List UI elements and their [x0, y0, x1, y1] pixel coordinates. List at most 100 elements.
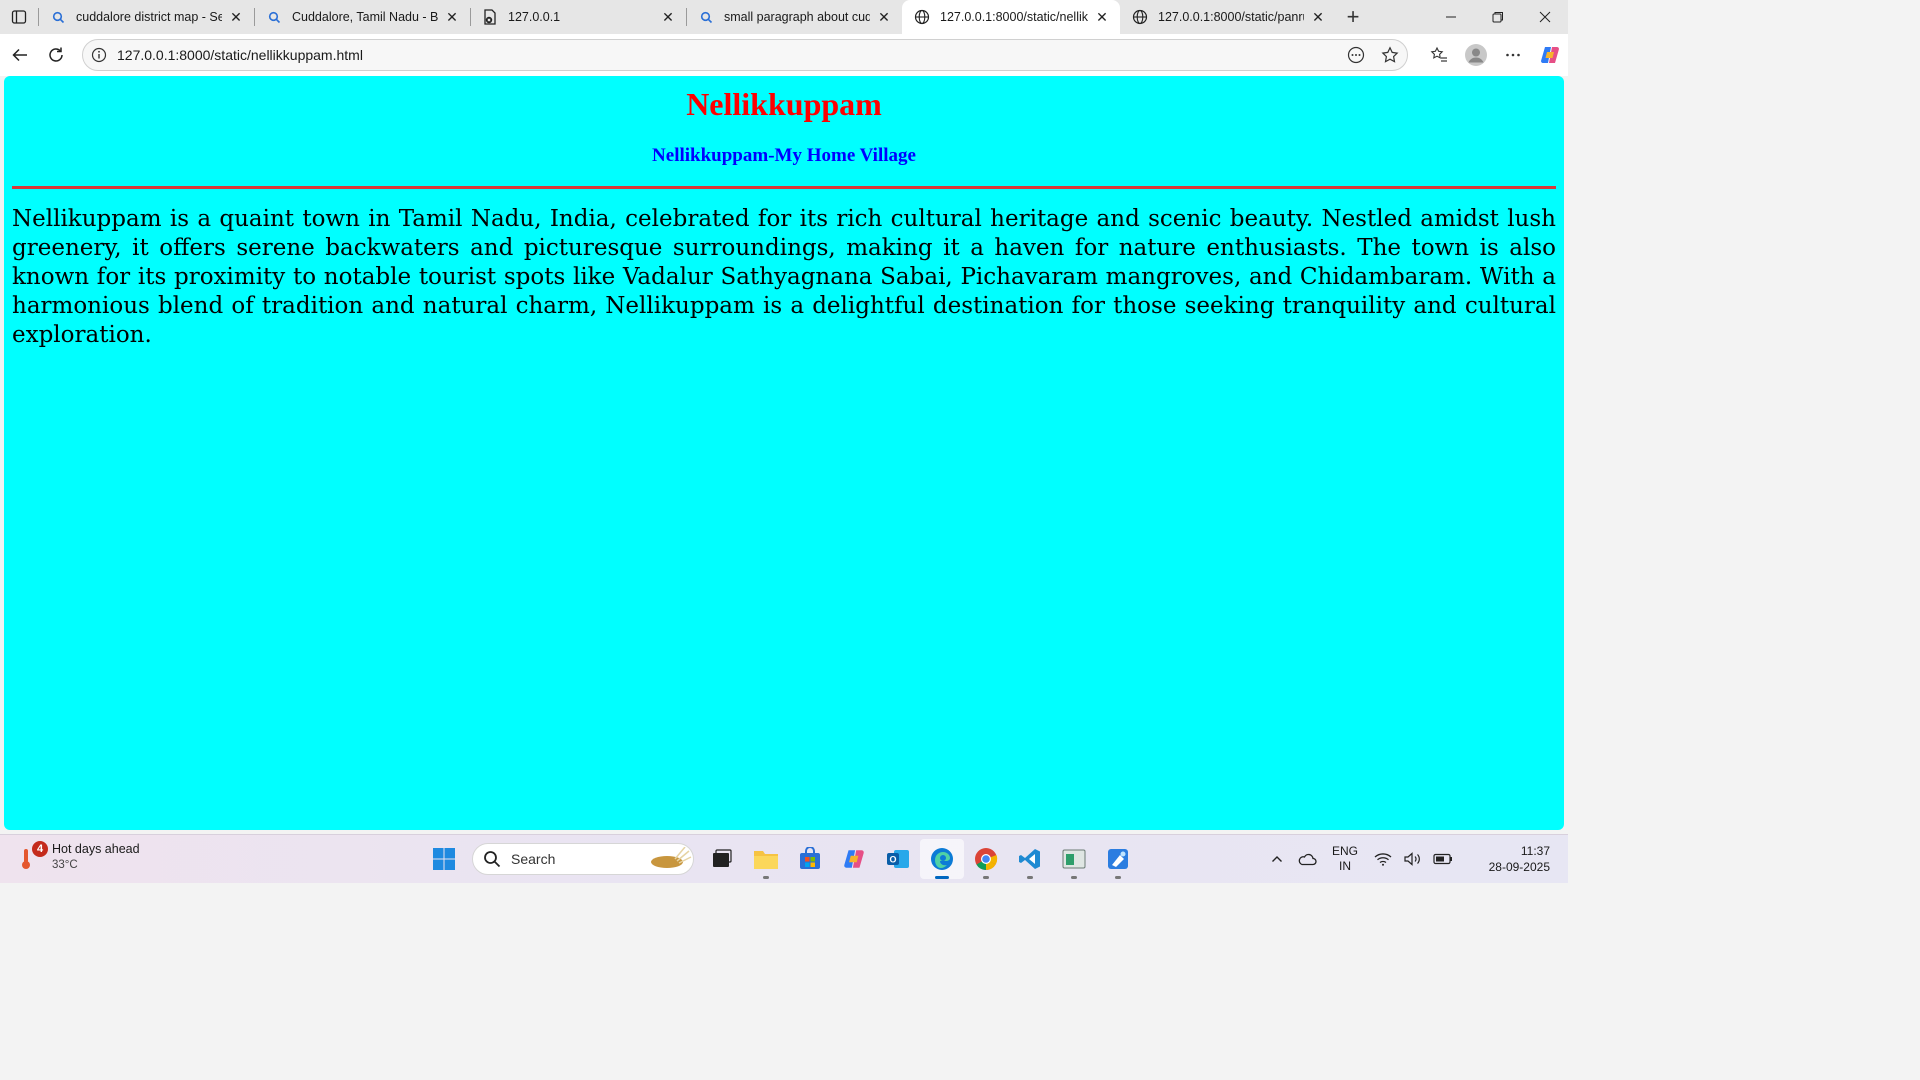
window-controls: [1427, 0, 1568, 34]
settings-more-button[interactable]: [1494, 34, 1531, 76]
vscode-icon: [1019, 849, 1040, 869]
star-icon: [1381, 46, 1399, 63]
running-indicator: [1027, 876, 1033, 879]
running-indicator: [1115, 876, 1121, 879]
tab-separator: [470, 8, 471, 26]
tab-actions-button[interactable]: [0, 0, 38, 34]
globe-icon: [914, 9, 930, 25]
volume-button[interactable]: [1398, 835, 1428, 883]
back-button[interactable]: [2, 37, 38, 73]
read-aloud-button[interactable]: [1339, 40, 1373, 70]
close-icon[interactable]: ✕: [660, 9, 676, 25]
tab-title: Cuddalore, Tamil Nadu - Bing: [292, 10, 438, 24]
close-icon[interactable]: ✕: [1094, 9, 1110, 25]
onedrive-button[interactable]: [1292, 835, 1322, 883]
tab-title: 127.0.0.1:8000/static/nellikku: [940, 10, 1088, 24]
page-subheading: Nellikkuppam-My Home Village: [652, 145, 916, 166]
more-circle-icon: [1347, 46, 1365, 64]
file-explorer-button[interactable]: [744, 839, 788, 879]
close-icon[interactable]: ✕: [876, 9, 892, 25]
url-text[interactable]: 127.0.0.1:8000/static/nellikkuppam.html: [117, 47, 1339, 63]
clock-date: 28-09-2025: [1488, 860, 1550, 874]
paint-button[interactable]: [1096, 839, 1140, 879]
close-icon[interactable]: ✕: [444, 9, 460, 25]
search-icon: [698, 9, 714, 25]
wifi-button[interactable]: [1368, 835, 1398, 883]
close-icon[interactable]: ✕: [228, 9, 244, 25]
tab-title: 127.0.0.1: [508, 10, 561, 24]
refresh-icon: [49, 47, 63, 62]
page-viewport: Nellikkuppam Nellikkuppam-My Home Villag…: [4, 76, 1564, 830]
search-icon: [266, 9, 282, 25]
battery-icon: [1433, 853, 1452, 865]
restore-icon: [1492, 12, 1503, 23]
tab-separator: [254, 8, 255, 26]
search-icon: [484, 851, 501, 868]
windows-logo-icon: [433, 848, 455, 870]
edge-button[interactable]: [920, 839, 964, 879]
refresh-button[interactable]: [38, 37, 74, 73]
favorite-button[interactable]: [1373, 40, 1407, 70]
close-window-button[interactable]: [1521, 0, 1568, 34]
restore-button[interactable]: [1474, 0, 1521, 34]
task-view-button[interactable]: [700, 839, 744, 879]
minimize-icon: [1445, 16, 1456, 18]
favorites-button[interactable]: [1420, 34, 1457, 76]
back-arrow-icon: [12, 48, 27, 62]
weather-icon: 4: [18, 841, 48, 873]
running-indicator: [983, 876, 989, 879]
running-indicator: [1071, 876, 1077, 879]
tab-cuddalore-bing[interactable]: Cuddalore, Tamil Nadu - Bing ✕: [254, 0, 470, 34]
outlook-button[interactable]: O: [876, 839, 920, 879]
tab-small-paragraph[interactable]: small paragraph about cudd ✕: [686, 0, 902, 34]
svg-text:O: O: [889, 855, 896, 865]
running-indicator: [935, 876, 949, 879]
profile-button[interactable]: [1457, 34, 1494, 76]
tab-localhost[interactable]: 127.0.0.1 ✕: [470, 0, 686, 34]
taskbar-search[interactable]: Search: [472, 843, 694, 875]
copilot-button[interactable]: [1531, 34, 1568, 76]
chevron-up-icon: [1272, 856, 1282, 862]
avatar-icon: [1464, 44, 1487, 66]
edge-icon: [931, 848, 953, 870]
close-icon[interactable]: ✕: [1310, 9, 1326, 25]
tab-strip: cuddalore district map - Sear ✕ Cuddalor…: [0, 0, 1568, 34]
show-hidden-icons-button[interactable]: [1262, 835, 1292, 883]
battery-button[interactable]: [1428, 835, 1458, 883]
address-bar[interactable]: 127.0.0.1:8000/static/nellikkuppam.html: [82, 39, 1408, 71]
taskbar: 4 Hot days ahead 33°C Search O ENG IN 11…: [0, 834, 1568, 883]
microsoft-store-button[interactable]: [788, 839, 832, 879]
plus-icon: +: [1346, 4, 1360, 29]
taskbar-apps: Search O: [422, 839, 1140, 879]
new-tab-button[interactable]: +: [1336, 0, 1370, 34]
clock[interactable]: 11:37 28-09-2025: [1458, 843, 1568, 875]
minimize-button[interactable]: [1427, 0, 1474, 34]
vscode-button[interactable]: [1008, 839, 1052, 879]
page-paragraph: Nellikuppam is a quaint town in Tamil Na…: [12, 206, 1556, 348]
weather-widget[interactable]: 4 Hot days ahead 33°C: [18, 841, 140, 873]
ellipsis-icon: [1505, 53, 1520, 57]
page-heading: Nellikkuppam: [686, 86, 882, 122]
cloud-icon: [1298, 853, 1317, 866]
region-code: IN: [1339, 859, 1351, 873]
start-button[interactable]: [422, 839, 466, 879]
sidebar-icon: [11, 10, 27, 24]
tab-nellikkuppam[interactable]: 127.0.0.1:8000/static/nellikku ✕: [902, 0, 1120, 34]
copilot-icon: [1540, 47, 1559, 63]
copilot-app-button[interactable]: [832, 839, 876, 879]
language-indicator[interactable]: ENG IN: [1322, 844, 1368, 874]
tab-title: 127.0.0.1:8000/static/panruti: [1158, 10, 1304, 24]
task-view-icon: [713, 849, 732, 867]
app-window-button[interactable]: [1052, 839, 1096, 879]
chrome-button[interactable]: [964, 839, 1008, 879]
close-icon: [1539, 11, 1550, 23]
tab-title: cuddalore district map - Sear: [76, 10, 222, 24]
copilot-icon: [844, 850, 864, 868]
file-error-icon: [482, 9, 498, 25]
tab-title: small paragraph about cudd: [724, 10, 870, 24]
tab-panruti[interactable]: 127.0.0.1:8000/static/panruti ✕: [1120, 0, 1336, 34]
tab-cuddalore-map[interactable]: cuddalore district map - Sear ✕: [38, 0, 254, 34]
system-tray: ENG IN 11:37 28-09-2025: [1262, 835, 1568, 883]
favorites-list-icon: [1430, 46, 1447, 62]
running-indicator: [763, 876, 769, 879]
